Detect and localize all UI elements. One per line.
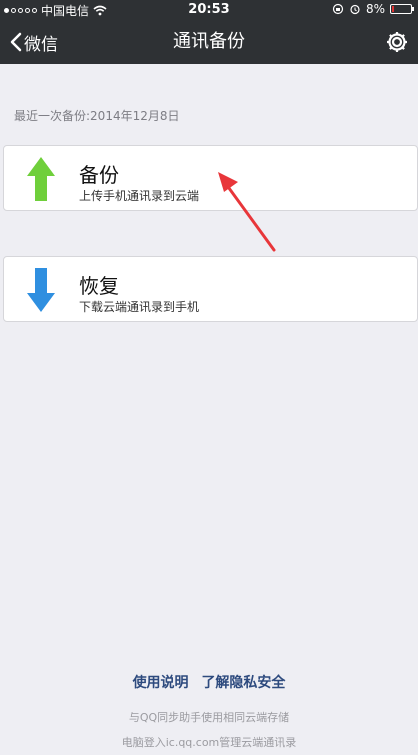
chevron-left-icon bbox=[10, 32, 22, 52]
backup-button[interactable]: 备份 上传手机通讯录到云端 bbox=[3, 145, 418, 211]
nav-bar: 微信 通讯备份 bbox=[0, 20, 418, 64]
wifi-icon bbox=[93, 5, 107, 16]
page-title: 通讯备份 bbox=[173, 31, 245, 52]
status-right: 8% bbox=[332, 2, 414, 16]
restore-subtitle: 下载云端通讯录到手机 bbox=[79, 300, 200, 314]
arrow-down-icon bbox=[27, 268, 55, 312]
footer-links: 使用说明 了解隐私安全 bbox=[0, 672, 418, 692]
battery-icon bbox=[390, 4, 414, 14]
usage-instructions-link[interactable]: 使用说明 bbox=[133, 675, 189, 691]
battery-percent: 8% bbox=[365, 2, 385, 16]
backup-title: 备份 bbox=[79, 163, 119, 187]
arrow-up-icon bbox=[27, 157, 55, 201]
battery-fill bbox=[392, 6, 394, 12]
back-button[interactable]: 微信 bbox=[10, 20, 58, 64]
status-bar: 中国电信 20:53 8% bbox=[0, 0, 418, 20]
alarm-icon bbox=[350, 4, 360, 15]
footer-note-2: 电脑登入ic.qq.com管理云端通讯录 bbox=[121, 736, 297, 749]
footer-note-1: 与QQ同步助手使用相同云端存储 bbox=[128, 711, 290, 724]
back-label: 微信 bbox=[24, 34, 58, 55]
orientation-lock-icon bbox=[332, 3, 344, 15]
privacy-security-link[interactable]: 了解隐私安全 bbox=[201, 675, 285, 691]
last-backup-date: 最近一次备份:2014年12月8日 bbox=[14, 109, 180, 123]
signal-strength-icon bbox=[4, 8, 37, 13]
status-left: 中国电信 bbox=[4, 2, 107, 19]
restore-button[interactable]: 恢复 下载云端通讯录到手机 bbox=[3, 256, 418, 322]
gear-icon[interactable] bbox=[384, 29, 410, 55]
restore-title: 恢复 bbox=[79, 274, 119, 298]
backup-subtitle: 上传手机通讯录到云端 bbox=[79, 189, 200, 203]
carrier-name: 中国电信 bbox=[41, 4, 90, 18]
